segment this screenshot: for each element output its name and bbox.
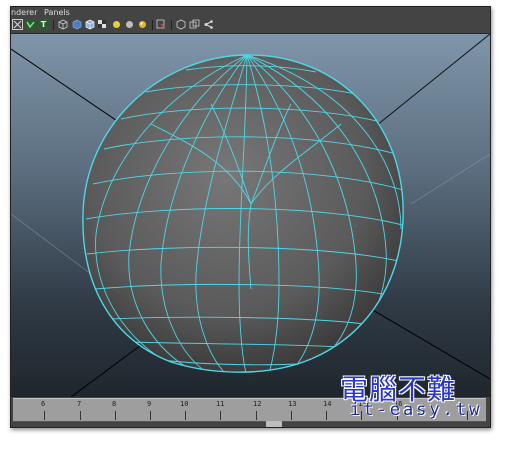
frame-label: 9 bbox=[147, 400, 152, 408]
frame-label: 11 bbox=[216, 400, 225, 408]
watermark-url: it-easy.tw bbox=[350, 400, 483, 420]
joint-icon[interactable] bbox=[203, 19, 214, 30]
toolbar-separator bbox=[171, 20, 172, 30]
frame-tick bbox=[291, 411, 292, 420]
current-frame-marker[interactable] bbox=[266, 421, 282, 427]
grid-axis-line bbox=[365, 34, 490, 135]
frame-label: 13 bbox=[288, 400, 297, 408]
frame-tick bbox=[256, 411, 257, 420]
select-camera-icon[interactable] bbox=[25, 19, 36, 30]
menu-item-panels[interactable]: Panels bbox=[44, 7, 70, 18]
texture-icon[interactable]: T bbox=[38, 19, 49, 30]
menu-bar: nderer Panels bbox=[11, 7, 490, 18]
frame-label: 8 bbox=[112, 400, 117, 408]
frame-tick bbox=[44, 411, 45, 420]
grid-line bbox=[11, 213, 92, 275]
frame-tick bbox=[80, 411, 81, 420]
toolbar-separator bbox=[53, 20, 54, 30]
grid-icon[interactable] bbox=[12, 19, 23, 30]
frame-tick bbox=[150, 411, 151, 420]
perspective-viewport[interactable]: persp bbox=[11, 34, 490, 397]
panel-toolbar: T bbox=[11, 18, 490, 34]
watermark: 電腦不難 it-easy.tw bbox=[340, 368, 480, 428]
grid-line bbox=[410, 153, 490, 205]
default-light-icon[interactable] bbox=[137, 19, 148, 30]
frame-tick bbox=[115, 411, 116, 420]
frame-label: 10 bbox=[180, 400, 189, 408]
toolbar-separator bbox=[152, 20, 153, 30]
frame-label: 14 bbox=[323, 400, 332, 408]
frame-tick bbox=[326, 411, 327, 420]
frame-tick bbox=[220, 411, 221, 420]
shade-wireframe-icon[interactable] bbox=[84, 19, 95, 30]
menu-item-renderer[interactable]: nderer bbox=[11, 7, 37, 18]
viewport-scene bbox=[11, 34, 490, 397]
frame-tick bbox=[185, 411, 186, 420]
wireframe-cube-icon[interactable] bbox=[57, 19, 68, 30]
isolate-select-icon[interactable] bbox=[156, 19, 167, 30]
maya-window: nderer Panels T 6 7 8 9 10 11 12 13 14 1… bbox=[10, 6, 491, 428]
frame-label: 7 bbox=[77, 400, 82, 408]
xray-icon[interactable] bbox=[175, 19, 186, 30]
cube-frame-icon[interactable] bbox=[189, 19, 200, 30]
light-icon[interactable] bbox=[111, 19, 122, 30]
sphere-object[interactable] bbox=[82, 54, 406, 376]
frame-label: 6 bbox=[41, 400, 46, 408]
checker-icon[interactable] bbox=[97, 19, 108, 30]
frame-label: 12 bbox=[253, 400, 262, 408]
sphere-icon[interactable] bbox=[124, 19, 135, 30]
smooth-shade-icon[interactable] bbox=[71, 19, 82, 30]
